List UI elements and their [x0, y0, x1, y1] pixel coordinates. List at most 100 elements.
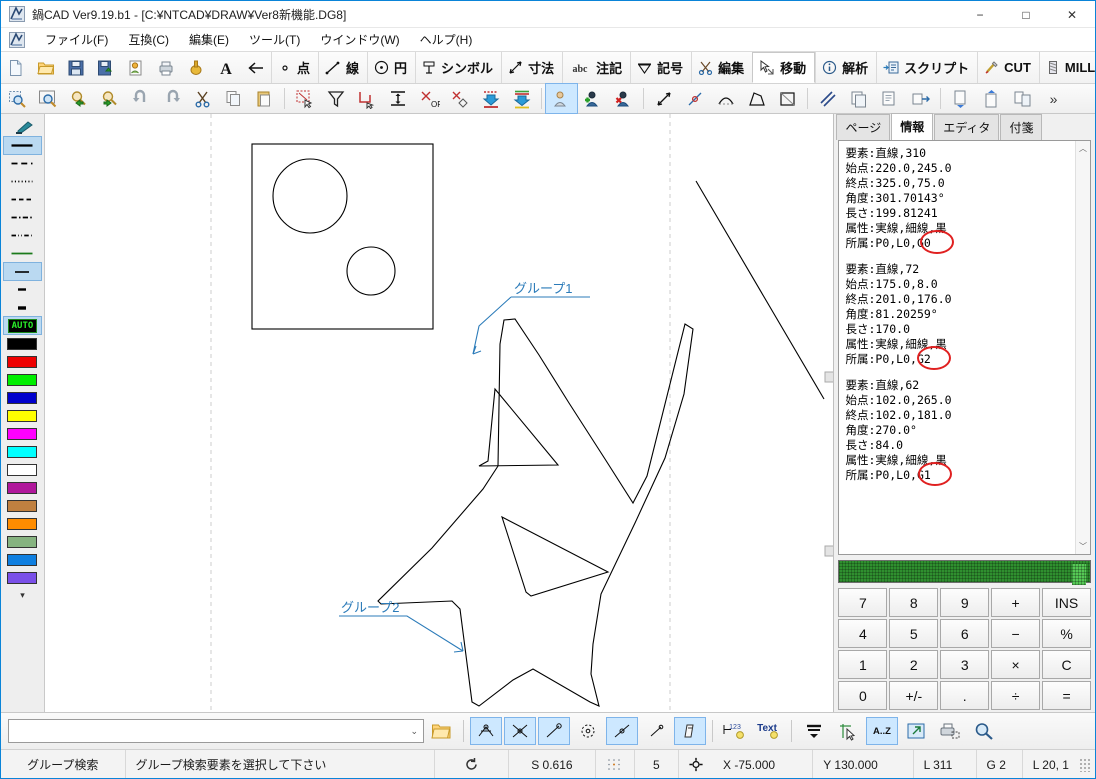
- cat-edit[interactable]: 編集: [691, 52, 752, 83]
- chevron-down-icon[interactable]: ⌄: [410, 726, 418, 737]
- tab-info[interactable]: 情報: [891, 113, 934, 140]
- cat-line[interactable]: 線: [318, 52, 367, 83]
- cat-annotation[interactable]: abc 注記: [562, 52, 630, 83]
- key-multiply[interactable]: ×: [991, 650, 1041, 679]
- line-style-solid[interactable]: [3, 136, 42, 155]
- color-brown[interactable]: [4, 497, 41, 514]
- undo-button[interactable]: [125, 84, 156, 113]
- sort-az-button[interactable]: A..Z: [866, 717, 898, 745]
- line-style-dashed[interactable]: [4, 155, 41, 172]
- key-percent[interactable]: %: [1042, 619, 1091, 648]
- scroll-down-arrow[interactable]: ﹀: [1076, 539, 1090, 554]
- zoom-all-button[interactable]: [32, 84, 63, 113]
- measure-angle-button[interactable]: [648, 84, 679, 113]
- print-area-button[interactable]: [934, 717, 966, 745]
- tab-notes[interactable]: 付箋: [1000, 114, 1043, 140]
- color-yellow[interactable]: [4, 407, 41, 424]
- snap-endpoint-button[interactable]: [470, 717, 502, 745]
- snap-midpoint-button[interactable]: [606, 717, 638, 745]
- status-grid[interactable]: [596, 749, 635, 778]
- measure-arc-button[interactable]: [710, 84, 741, 113]
- redo-button[interactable]: [156, 84, 187, 113]
- color-sage[interactable]: [4, 533, 41, 550]
- line-style-dash-dot[interactable]: [4, 209, 41, 226]
- palette-more-button[interactable]: ▾: [4, 587, 41, 604]
- pick-cursor-button[interactable]: [832, 717, 864, 745]
- snap-intersect-button[interactable]: [504, 717, 536, 745]
- line-style-green-solid[interactable]: [4, 245, 41, 262]
- window-export-button[interactable]: [900, 717, 932, 745]
- calculator-display[interactable]: [838, 560, 1091, 585]
- menu-window[interactable]: ウインドウ(W): [310, 28, 409, 51]
- cut-button[interactable]: [187, 84, 218, 113]
- cat-point[interactable]: 点: [271, 52, 318, 83]
- select-region-button[interactable]: [289, 84, 320, 113]
- line-style-dotted[interactable]: [4, 173, 41, 190]
- color-black[interactable]: [4, 335, 41, 352]
- cat-dimension[interactable]: 寸法: [501, 52, 562, 83]
- snap-node-button[interactable]: [538, 717, 570, 745]
- new-button[interactable]: [1, 52, 31, 83]
- command-combobox[interactable]: ⌄: [8, 719, 424, 743]
- snap-perpendicular-button[interactable]: [674, 717, 706, 745]
- key-decimal[interactable]: .: [940, 681, 990, 710]
- toolbar-overflow-button[interactable]: »: [1038, 84, 1069, 113]
- group-button[interactable]: [545, 83, 578, 114]
- line-style-dash-dot-dot[interactable]: [4, 227, 41, 244]
- layer-bottom-button[interactable]: [506, 84, 537, 113]
- cat-mark[interactable]: 記号: [630, 52, 691, 83]
- page-copy-button[interactable]: [874, 84, 905, 113]
- color-purple[interactable]: [4, 479, 41, 496]
- key-minus[interactable]: −: [991, 619, 1041, 648]
- drawing-canvas[interactable]: グループ1 グループ2: [44, 114, 834, 712]
- vertical-extent-button[interactable]: [382, 84, 413, 113]
- dimension-value-button[interactable]: 123: [719, 717, 751, 745]
- color-picker-button[interactable]: [4, 119, 41, 136]
- erase-button[interactable]: [444, 84, 475, 113]
- minimize-button[interactable]: −: [957, 1, 1003, 28]
- snap-off-button[interactable]: OFF: [413, 84, 444, 113]
- status-refresh[interactable]: [435, 749, 509, 778]
- menu-file[interactable]: ファイル(F): [35, 28, 118, 51]
- zoom-search-button[interactable]: [968, 717, 1000, 745]
- save-as-button[interactable]: [91, 52, 121, 83]
- tab-page[interactable]: ページ: [836, 114, 891, 140]
- measure-box-button[interactable]: [772, 84, 803, 113]
- maximize-button[interactable]: □: [1003, 1, 1049, 28]
- page-link-button[interactable]: [905, 84, 936, 113]
- color-sky-blue[interactable]: [4, 551, 41, 568]
- back-button[interactable]: [241, 52, 271, 83]
- doc-import-button[interactable]: [976, 84, 1007, 113]
- layer-down-button[interactable]: [475, 84, 506, 113]
- key-0[interactable]: 0: [838, 681, 888, 710]
- key-6[interactable]: 6: [940, 619, 990, 648]
- element-info-list[interactable]: ︿ ﹀ 要素:直線,310 始点:220.0,245.0 終点:325.0,75…: [838, 140, 1091, 555]
- cat-analysis[interactable]: 解析: [815, 52, 876, 83]
- line-weight-thin[interactable]: [3, 262, 42, 281]
- key-2[interactable]: 2: [889, 650, 939, 679]
- cmd-open-button[interactable]: [425, 717, 457, 745]
- layer-stack-button[interactable]: [798, 717, 830, 745]
- resize-grip[interactable]: [1078, 757, 1093, 772]
- menu-tool[interactable]: ツール(T): [239, 28, 310, 51]
- line-weight-thick[interactable]: [4, 299, 41, 316]
- save-button[interactable]: [61, 52, 91, 83]
- line-style-long-dash[interactable]: [4, 191, 41, 208]
- key-9[interactable]: 9: [940, 588, 990, 617]
- cat-symbol[interactable]: シンボル: [415, 52, 501, 83]
- zoom-next-button[interactable]: [94, 84, 125, 113]
- group-remove-button[interactable]: [608, 84, 639, 113]
- print-preview-button[interactable]: [121, 52, 151, 83]
- command-input[interactable]: [9, 720, 423, 742]
- color-cyan[interactable]: [4, 443, 41, 460]
- close-button[interactable]: ✕: [1049, 1, 1095, 28]
- snap-nearest-button[interactable]: [640, 717, 672, 745]
- color-white[interactable]: [4, 461, 41, 478]
- key-sign[interactable]: +/-: [889, 681, 939, 710]
- copy-button[interactable]: [218, 84, 249, 113]
- cat-cut[interactable]: CUT: [977, 52, 1039, 83]
- color-red[interactable]: [4, 353, 41, 370]
- doc-merge-button[interactable]: [1007, 84, 1038, 113]
- cat-mill[interactable]: MILL: [1038, 52, 1095, 83]
- font-button[interactable]: A: [211, 52, 241, 83]
